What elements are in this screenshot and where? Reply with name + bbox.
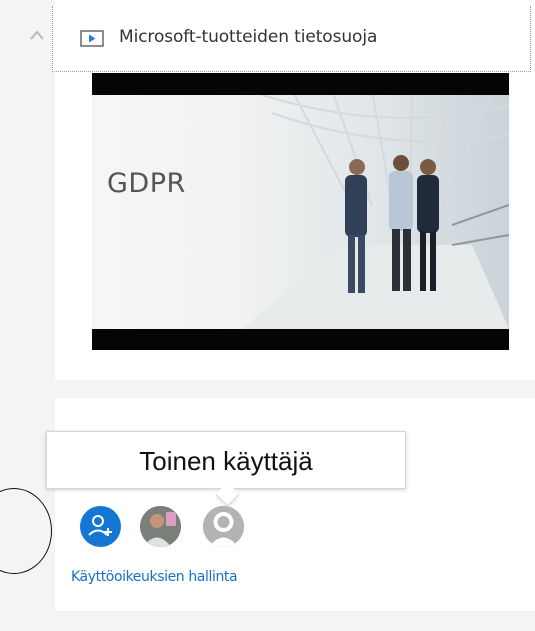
user-photo — [140, 506, 181, 547]
video-player[interactable]: GDPR — [92, 73, 509, 350]
tooltip-text: Toinen käyttäjä — [139, 446, 313, 476]
person-icon — [203, 506, 244, 547]
video-play-icon — [80, 30, 104, 47]
add-person-icon — [88, 515, 112, 536]
office-scene-illustration — [242, 95, 509, 329]
chevron-up-icon[interactable] — [29, 28, 45, 42]
video-title: GDPR — [107, 168, 186, 199]
video-thumbnail: GDPR — [92, 95, 509, 329]
add-user-button[interactable] — [80, 506, 121, 547]
generic-user-avatar[interactable] — [203, 506, 244, 547]
highlight-circle — [0, 488, 52, 574]
manage-permissions-link[interactable]: Käyttöoikeuksien hallinta — [71, 569, 238, 585]
user-avatar-photo[interactable] — [140, 506, 181, 547]
privacy-link-label[interactable]: Microsoft-tuotteiden tietosuoja — [119, 27, 377, 47]
